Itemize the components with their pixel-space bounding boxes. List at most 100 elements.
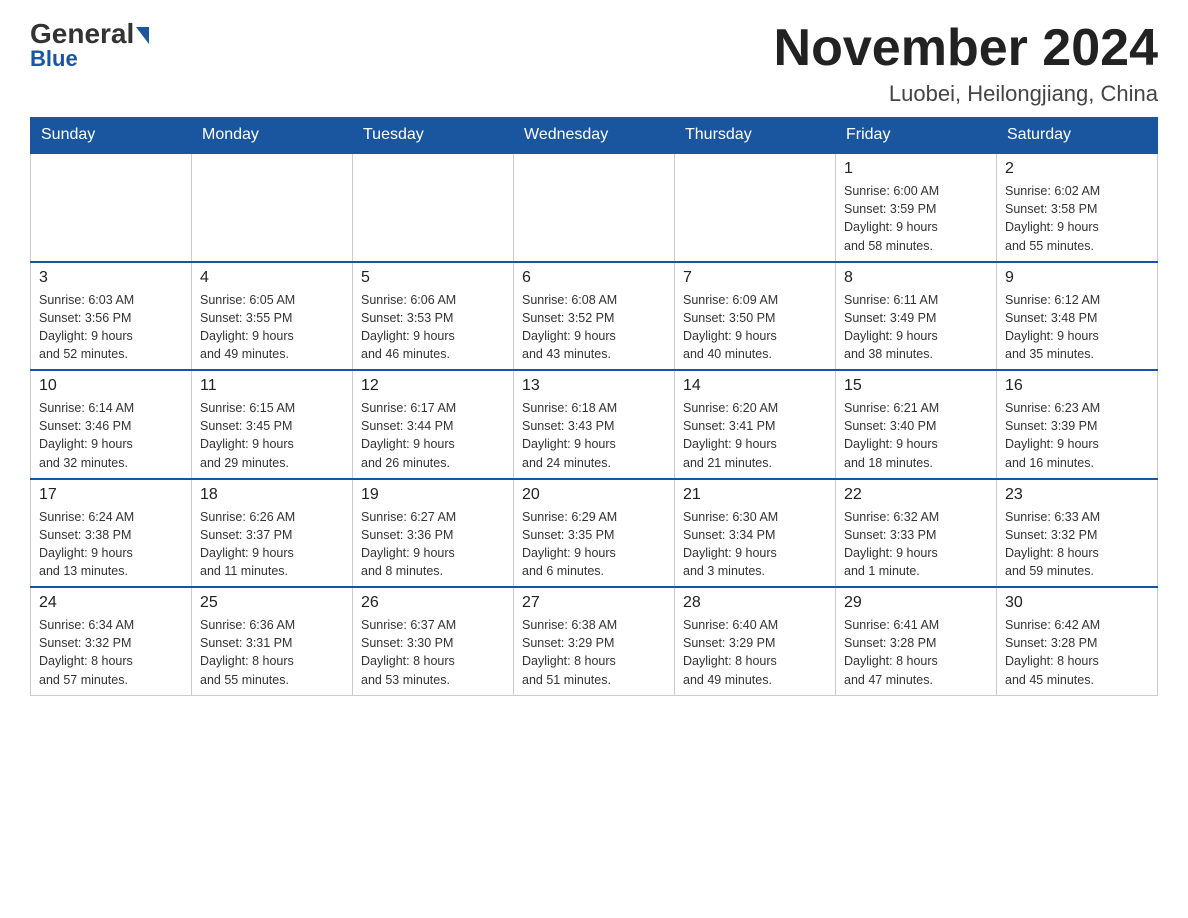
calendar-cell: 24 Sunrise: 6:34 AM Sunset: 3:32 PM Dayli… (31, 587, 192, 695)
calendar-cell: 6 Sunrise: 6:08 AM Sunset: 3:52 PM Daylig… (514, 262, 675, 371)
calendar-cell: 1Sunrise: 6:00 AM Sunset: 3:59 PM Daylig… (836, 153, 997, 262)
day-number: 28 (683, 594, 827, 612)
calendar-cell: 10Sunrise: 6:14 AM Sunset: 3:46 PM Dayli… (31, 370, 192, 479)
day-number: 24 (39, 594, 183, 612)
calendar-cell: 4Sunrise: 6:05 AM Sunset: 3:55 PM Daylig… (192, 262, 353, 371)
day-number: 25 (200, 594, 344, 612)
calendar-cell: 16 Sunrise: 6:23 AM Sunset: 3:39 PM Dayli… (997, 370, 1158, 479)
day-number: 5 (361, 269, 505, 287)
weekday-header-friday: Friday (836, 118, 997, 154)
calendar-cell: 29 Sunrise: 6:41 AM Sunset: 3:28 PM Dayli… (836, 587, 997, 695)
day-number: 11 (200, 377, 344, 395)
calendar-cell: 30 Sunrise: 6:42 AM Sunset: 3:28 PM Dayli… (997, 587, 1158, 695)
week-row-4: 17 Sunrise: 6:24 AM Sunset: 3:38 PM Dayli… (31, 479, 1158, 588)
day-number: 26 (361, 594, 505, 612)
day-info: Sunrise: 6:41 AM Sunset: 3:28 PM Dayligh… (844, 616, 988, 689)
calendar-cell: 22 Sunrise: 6:32 AM Sunset: 3:33 PM Dayli… (836, 479, 997, 588)
day-info: Sunrise: 6:27 AM Sunset: 3:36 PM Dayligh… (361, 508, 505, 581)
weekday-header-thursday: Thursday (675, 118, 836, 154)
calendar-cell: 27 Sunrise: 6:38 AM Sunset: 3:29 PM Dayli… (514, 587, 675, 695)
page-header: General Blue November 2024 Luobei, Heilo… (30, 20, 1158, 107)
calendar-cell: 17 Sunrise: 6:24 AM Sunset: 3:38 PM Dayli… (31, 479, 192, 588)
day-info: Sunrise: 6:18 AM Sunset: 3:43 PM Dayligh… (522, 399, 666, 472)
day-number: 6 (522, 269, 666, 287)
day-info: Sunrise: 6:23 AM Sunset: 3:39 PM Dayligh… (1005, 399, 1149, 472)
weekday-header-sunday: Sunday (31, 118, 192, 154)
week-row-1: 1Sunrise: 6:00 AM Sunset: 3:59 PM Daylig… (31, 153, 1158, 262)
day-number: 29 (844, 594, 988, 612)
day-info: Sunrise: 6:02 AM Sunset: 3:58 PM Dayligh… (1005, 182, 1149, 255)
day-info: Sunrise: 6:26 AM Sunset: 3:37 PM Dayligh… (200, 508, 344, 581)
day-number: 2 (1005, 160, 1149, 178)
calendar-cell (514, 153, 675, 262)
logo-text: General (30, 20, 149, 48)
day-info: Sunrise: 6:37 AM Sunset: 3:30 PM Dayligh… (361, 616, 505, 689)
day-number: 16 (1005, 377, 1149, 395)
calendar-cell: 26 Sunrise: 6:37 AM Sunset: 3:30 PM Dayli… (353, 587, 514, 695)
day-number: 15 (844, 377, 988, 395)
weekday-header-monday: Monday (192, 118, 353, 154)
day-info: Sunrise: 6:20 AM Sunset: 3:41 PM Dayligh… (683, 399, 827, 472)
day-number: 9 (1005, 269, 1149, 287)
calendar-cell: 21 Sunrise: 6:30 AM Sunset: 3:34 PM Dayli… (675, 479, 836, 588)
calendar-cell: 23Sunrise: 6:33 AM Sunset: 3:32 PM Dayli… (997, 479, 1158, 588)
day-info: Sunrise: 6:30 AM Sunset: 3:34 PM Dayligh… (683, 508, 827, 581)
day-number: 27 (522, 594, 666, 612)
day-info: Sunrise: 6:15 AM Sunset: 3:45 PM Dayligh… (200, 399, 344, 472)
calendar-cell (353, 153, 514, 262)
calendar-title: November 2024 (774, 20, 1158, 77)
week-row-3: 10Sunrise: 6:14 AM Sunset: 3:46 PM Dayli… (31, 370, 1158, 479)
day-info: Sunrise: 6:21 AM Sunset: 3:40 PM Dayligh… (844, 399, 988, 472)
day-info: Sunrise: 6:06 AM Sunset: 3:53 PM Dayligh… (361, 291, 505, 364)
day-info: Sunrise: 6:03 AM Sunset: 3:56 PM Dayligh… (39, 291, 183, 364)
day-number: 17 (39, 486, 183, 504)
day-number: 14 (683, 377, 827, 395)
calendar-cell: 3 Sunrise: 6:03 AM Sunset: 3:56 PM Daylig… (31, 262, 192, 371)
calendar-cell: 28 Sunrise: 6:40 AM Sunset: 3:29 PM Dayli… (675, 587, 836, 695)
day-number: 22 (844, 486, 988, 504)
day-number: 18 (200, 486, 344, 504)
calendar-cell: 19Sunrise: 6:27 AM Sunset: 3:36 PM Dayli… (353, 479, 514, 588)
calendar-cell: 11 Sunrise: 6:15 AM Sunset: 3:45 PM Dayli… (192, 370, 353, 479)
weekday-header-tuesday: Tuesday (353, 118, 514, 154)
day-info: Sunrise: 6:08 AM Sunset: 3:52 PM Dayligh… (522, 291, 666, 364)
day-info: Sunrise: 6:32 AM Sunset: 3:33 PM Dayligh… (844, 508, 988, 581)
calendar-cell: 20 Sunrise: 6:29 AM Sunset: 3:35 PM Dayli… (514, 479, 675, 588)
calendar-cell: 2 Sunrise: 6:02 AM Sunset: 3:58 PM Daylig… (997, 153, 1158, 262)
logo: General Blue (30, 20, 149, 72)
day-info: Sunrise: 6:24 AM Sunset: 3:38 PM Dayligh… (39, 508, 183, 581)
day-number: 4 (200, 269, 344, 287)
calendar-table: SundayMondayTuesdayWednesdayThursdayFrid… (30, 117, 1158, 696)
day-info: Sunrise: 6:33 AM Sunset: 3:32 PM Dayligh… (1005, 508, 1149, 581)
calendar-cell (675, 153, 836, 262)
day-info: Sunrise: 6:34 AM Sunset: 3:32 PM Dayligh… (39, 616, 183, 689)
day-info: Sunrise: 6:38 AM Sunset: 3:29 PM Dayligh… (522, 616, 666, 689)
calendar-cell: 9 Sunrise: 6:12 AM Sunset: 3:48 PM Daylig… (997, 262, 1158, 371)
weekday-header-saturday: Saturday (997, 118, 1158, 154)
week-row-5: 24 Sunrise: 6:34 AM Sunset: 3:32 PM Dayli… (31, 587, 1158, 695)
calendar-cell (192, 153, 353, 262)
calendar-cell: 15 Sunrise: 6:21 AM Sunset: 3:40 PM Dayli… (836, 370, 997, 479)
day-info: Sunrise: 6:12 AM Sunset: 3:48 PM Dayligh… (1005, 291, 1149, 364)
day-number: 20 (522, 486, 666, 504)
day-info: Sunrise: 6:36 AM Sunset: 3:31 PM Dayligh… (200, 616, 344, 689)
calendar-cell: 18 Sunrise: 6:26 AM Sunset: 3:37 PM Dayli… (192, 479, 353, 588)
calendar-cell: 14 Sunrise: 6:20 AM Sunset: 3:41 PM Dayli… (675, 370, 836, 479)
day-number: 13 (522, 377, 666, 395)
day-number: 12 (361, 377, 505, 395)
day-info: Sunrise: 6:09 AM Sunset: 3:50 PM Dayligh… (683, 291, 827, 364)
calendar-subtitle: Luobei, Heilongjiang, China (774, 81, 1158, 107)
logo-blue-text: Blue (30, 46, 78, 72)
day-number: 8 (844, 269, 988, 287)
day-number: 3 (39, 269, 183, 287)
day-info: Sunrise: 6:11 AM Sunset: 3:49 PM Dayligh… (844, 291, 988, 364)
week-row-2: 3 Sunrise: 6:03 AM Sunset: 3:56 PM Daylig… (31, 262, 1158, 371)
day-info: Sunrise: 6:40 AM Sunset: 3:29 PM Dayligh… (683, 616, 827, 689)
calendar-cell: 13 Sunrise: 6:18 AM Sunset: 3:43 PM Dayli… (514, 370, 675, 479)
day-number: 30 (1005, 594, 1149, 612)
calendar-cell: 8 Sunrise: 6:11 AM Sunset: 3:49 PM Daylig… (836, 262, 997, 371)
day-number: 21 (683, 486, 827, 504)
day-info: Sunrise: 6:42 AM Sunset: 3:28 PM Dayligh… (1005, 616, 1149, 689)
day-info: Sunrise: 6:29 AM Sunset: 3:35 PM Dayligh… (522, 508, 666, 581)
weekday-header-row: SundayMondayTuesdayWednesdayThursdayFrid… (31, 118, 1158, 154)
